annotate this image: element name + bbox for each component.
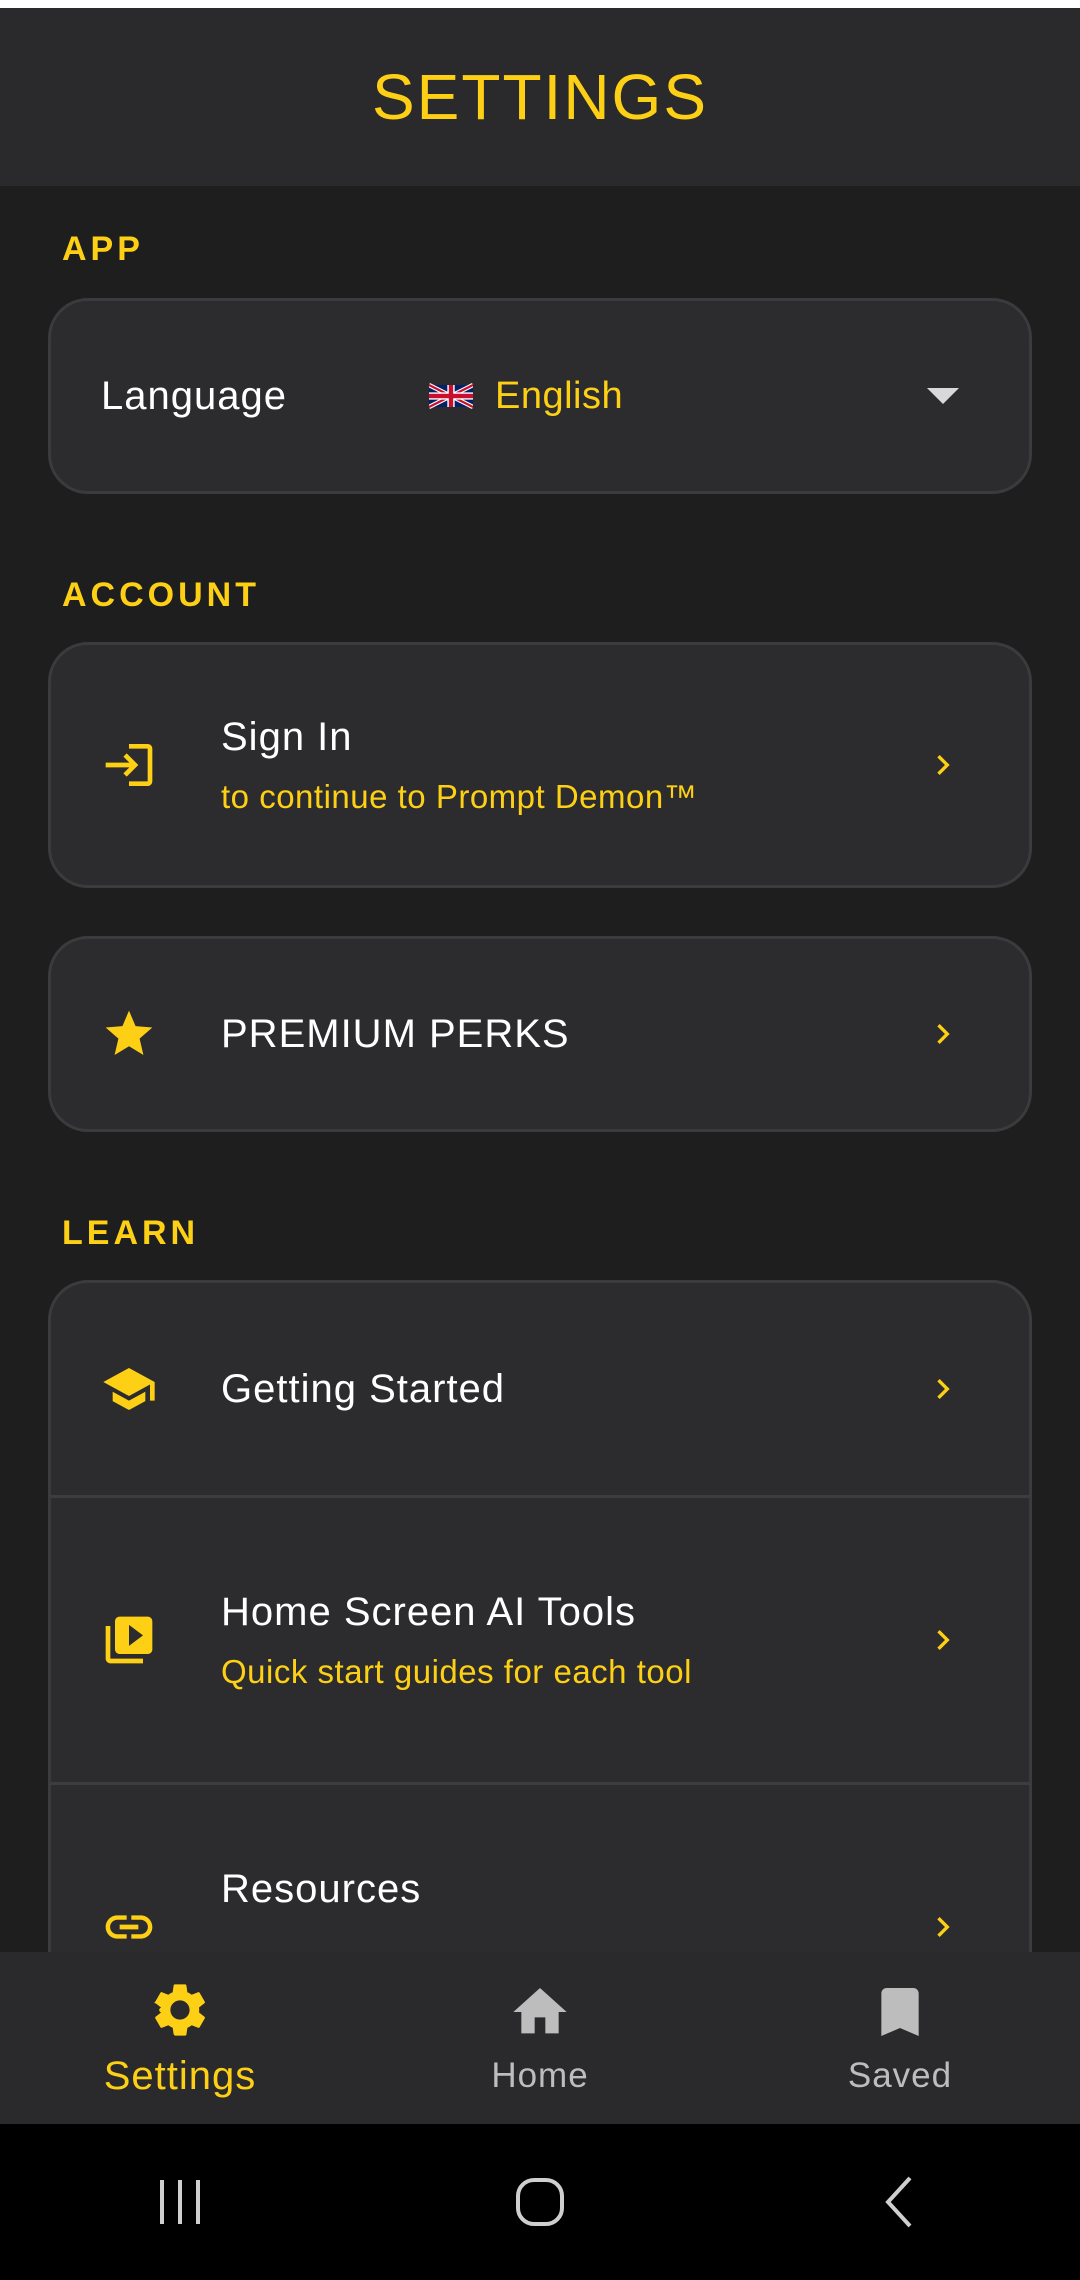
home-circle-icon: [516, 2178, 564, 2226]
star-icon: [101, 1006, 157, 1062]
learn-card: Getting Started Home Screen AI Tools Qui…: [48, 1280, 1032, 1952]
dropdown-caret-icon[interactable]: [927, 388, 959, 404]
gear-icon: [154, 1983, 205, 2036]
chevron-right-icon: [923, 745, 963, 785]
nav-settings-label: Settings: [103, 2053, 257, 2098]
nav-settings[interactable]: Settings: [0, 1952, 360, 2124]
chevron-right-icon: [923, 1907, 963, 1947]
bottom-nav: Settings Home Saved: [0, 1952, 1080, 2124]
home-system-button[interactable]: [480, 2162, 600, 2242]
getting-started-title: Getting Started: [221, 1366, 506, 1411]
language-label: Language: [101, 373, 287, 418]
home-screen-tools-subtitle: Quick start guides for each tool: [221, 1652, 692, 1690]
learn-item-getting-started[interactable]: Getting Started: [51, 1283, 1029, 1495]
home-screen-tools-title: Home Screen AI Tools: [221, 1589, 637, 1634]
uk-flag-icon: [429, 383, 473, 409]
sign-in-row[interactable]: Sign In to continue to Prompt Demon™: [51, 645, 1029, 885]
back-chevron-icon: [885, 2176, 912, 2228]
getting-started-texts: Getting Started: [221, 1367, 505, 1412]
section-label-account: ACCOUNT: [62, 576, 260, 614]
nav-home-label: Home: [491, 2056, 589, 2095]
graduation-cap-icon: [101, 1361, 157, 1417]
sign-in-title: Sign In: [221, 714, 353, 759]
recents-icon: [160, 2180, 200, 2224]
app-header: SETTINGS: [0, 8, 1080, 186]
section-label-learn: LEARN: [62, 1214, 200, 1252]
section-label-app: APP: [62, 230, 144, 268]
nav-saved-label: Saved: [847, 2056, 953, 2095]
sign-in-icon: [101, 737, 157, 793]
home-icon: [513, 1988, 567, 2034]
sign-in-card: Sign In to continue to Prompt Demon™: [48, 642, 1032, 888]
chevron-right-icon: [923, 1014, 963, 1054]
resources-title: Resources: [221, 1867, 422, 1911]
sign-in-subtitle: to continue to Prompt Demon™: [221, 777, 698, 815]
language-value: English: [495, 374, 624, 417]
home-screen-tools-texts: Home Screen AI Tools Quick start guides …: [221, 1590, 692, 1691]
system-nav-bar: [0, 2124, 1080, 2280]
video-library-icon: [101, 1612, 157, 1668]
learn-item-home-screen-ai-tools[interactable]: Home Screen AI Tools Quick start guides …: [51, 1498, 1029, 1782]
nav-home[interactable]: Home: [360, 1952, 720, 2124]
sign-in-texts: Sign In to continue to Prompt Demon™: [221, 715, 697, 816]
page-title: SETTINGS: [371, 61, 709, 133]
nav-saved[interactable]: Saved: [720, 1952, 1080, 2124]
learn-item-resources[interactable]: Resources: [51, 1785, 1029, 1952]
link-icon: [101, 1899, 157, 1952]
resources-texts: Resources: [221, 1867, 421, 1912]
chevron-right-icon: [923, 1620, 963, 1660]
bookmark-icon: [881, 1988, 919, 2036]
settings-content[interactable]: APP Language English ACCOUNT Sign In to …: [0, 186, 1080, 1952]
premium-title: PREMIUM PERKS: [221, 1011, 570, 1056]
premium-perks-row[interactable]: PREMIUM PERKS: [51, 939, 1029, 1129]
premium-card: PREMIUM PERKS: [48, 936, 1032, 1132]
status-bar-strip: [0, 0, 1080, 8]
back-button[interactable]: [840, 2162, 960, 2242]
chevron-right-icon: [923, 1369, 963, 1409]
language-select[interactable]: English: [429, 375, 623, 418]
recents-button[interactable]: [120, 2162, 240, 2242]
language-card: Language English: [48, 298, 1032, 494]
premium-texts: PREMIUM PERKS: [221, 1012, 570, 1057]
language-row[interactable]: Language English: [51, 301, 1029, 491]
